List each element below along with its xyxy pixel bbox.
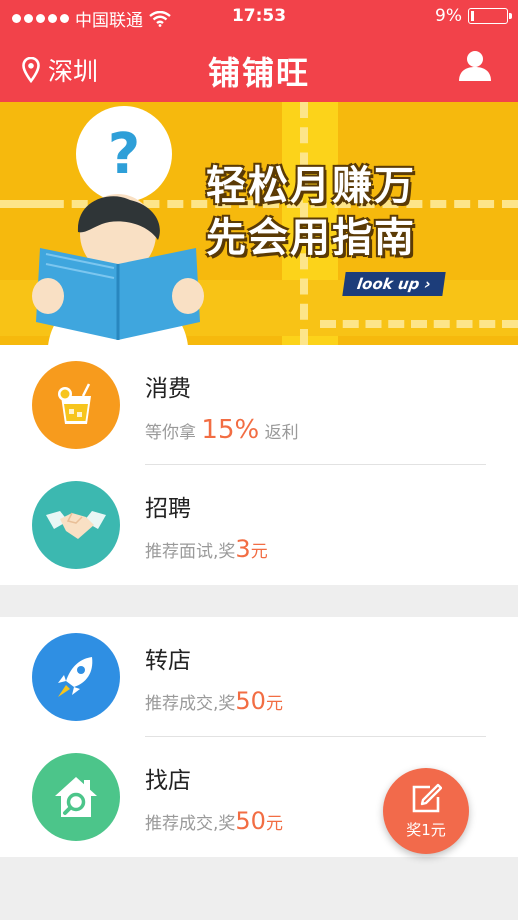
- desc-highlight: 3: [235, 535, 251, 563]
- desc-prefix: 推荐成交,奖: [145, 694, 236, 714]
- item-name: 招聘: [145, 496, 191, 522]
- chevron-right-icon: ›: [423, 275, 433, 293]
- desc-highlight: 50: [235, 687, 266, 715]
- desc-prefix: 等你拿: [145, 423, 202, 443]
- banner-slogan: 轻松月赚万 先会用指南: [206, 160, 416, 264]
- item-desc: 推荐成交,奖50元: [145, 807, 283, 835]
- desc-suffix: 返利: [259, 423, 299, 443]
- list-item-transfer-shop[interactable]: 转店 推荐成交,奖50元: [0, 617, 518, 735]
- desc-suffix: 元: [265, 814, 283, 834]
- fab-label: 奖1元: [406, 820, 446, 839]
- item-desc: 推荐面试,奖3元: [145, 535, 268, 563]
- reward-card-1: 消费 等你拿 15% 返利 招聘 推荐面试,奖3元: [0, 345, 518, 585]
- rocket-icon: [32, 633, 120, 721]
- edit-icon: [412, 783, 442, 812]
- nav-bar: 深圳 铺铺旺: [0, 34, 518, 102]
- desc-highlight: 50: [235, 807, 266, 835]
- slogan-line-1: 轻松月赚万: [206, 163, 416, 209]
- app-title: 铺铺旺: [207, 54, 310, 92]
- battery-icon: [468, 8, 512, 24]
- question-mark: ?: [107, 121, 141, 187]
- list-item-consume[interactable]: 消费 等你拿 15% 返利: [0, 345, 518, 463]
- desc-suffix: 元: [250, 542, 268, 562]
- desc-prefix: 推荐面试,奖: [145, 542, 236, 562]
- item-desc: 等你拿 15% 返利: [145, 415, 299, 445]
- item-desc: 推荐成交,奖50元: [145, 687, 283, 715]
- reading-person-illustration: [32, 194, 204, 345]
- house-search-icon: [32, 753, 120, 841]
- desc-highlight: 15%: [201, 415, 260, 445]
- status-bar: 中国联通 17:53 9%: [0, 0, 518, 34]
- item-name: 找店: [145, 768, 191, 794]
- guide-banner[interactable]: ? 轻松月赚万 先会用指南 look up ›: [0, 102, 518, 345]
- question-bubble: ?: [76, 106, 172, 202]
- battery-percent: 9%: [435, 6, 462, 26]
- slogan-line-2: 先会用指南: [206, 215, 416, 261]
- item-name: 消费: [145, 376, 191, 402]
- battery-info: 9%: [435, 6, 512, 26]
- user-profile-button[interactable]: [458, 50, 492, 86]
- look-up-label: look up: [355, 275, 421, 293]
- item-name: 转店: [145, 648, 191, 674]
- desc-prefix: 推荐成交,奖: [145, 814, 236, 834]
- user-icon: [459, 51, 491, 81]
- look-up-button[interactable]: look up ›: [342, 272, 446, 296]
- desc-suffix: 元: [265, 694, 283, 714]
- juice-icon: [32, 361, 120, 449]
- list-item-recruit[interactable]: 招聘 推荐面试,奖3元: [0, 465, 518, 583]
- handshake-icon: [32, 481, 120, 569]
- reward-fab-button[interactable]: 奖1元: [383, 768, 469, 854]
- app-header: 中国联通 17:53 9% 深圳 铺铺旺: [0, 0, 518, 102]
